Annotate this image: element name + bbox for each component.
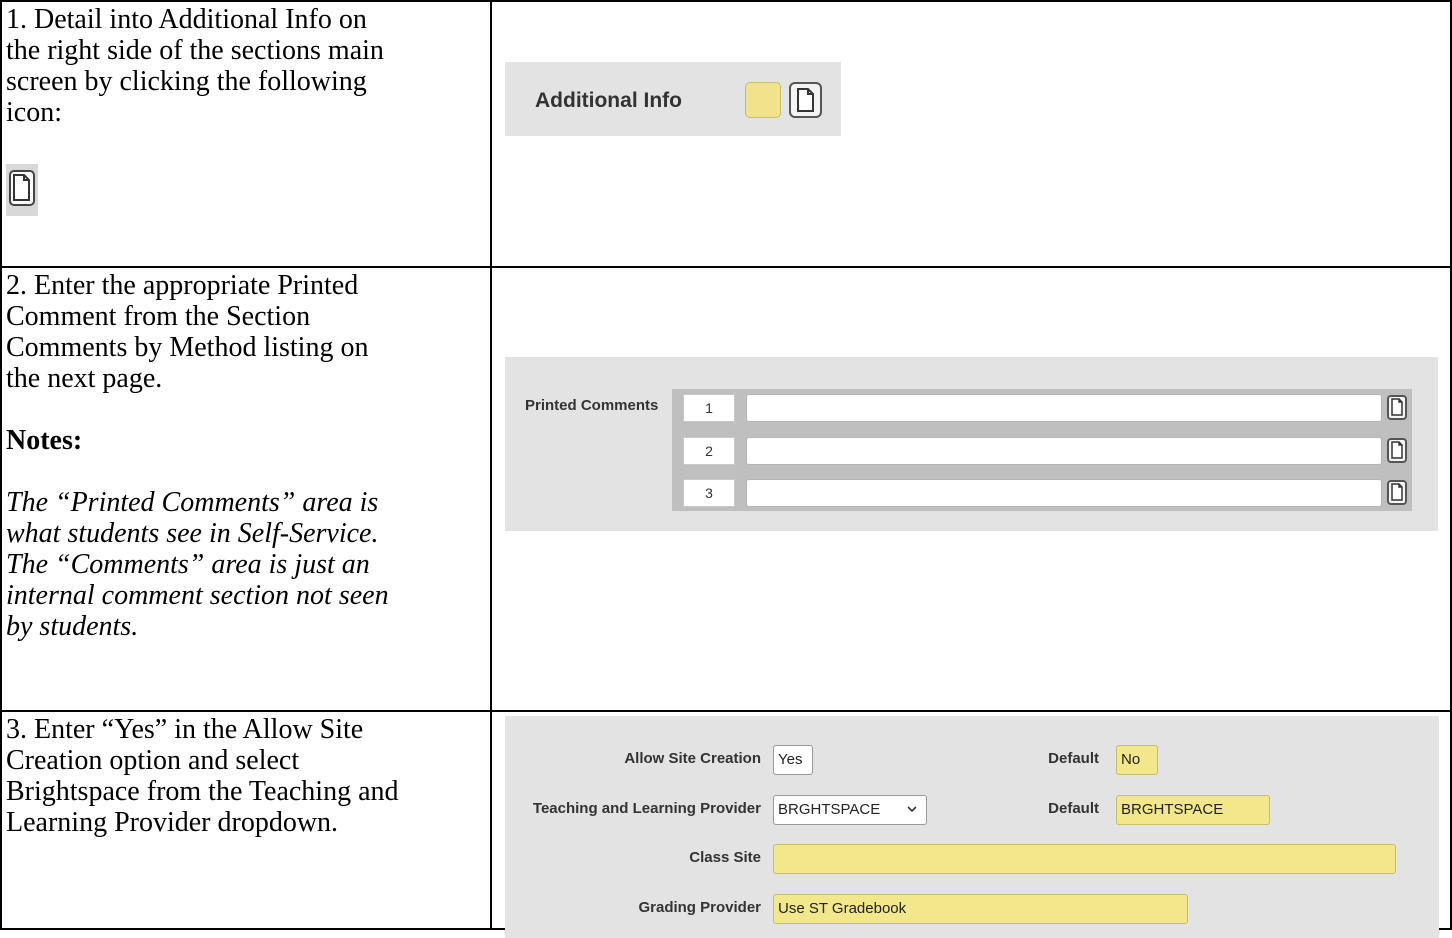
- table-row-1: 1. Detail into Additional Info on the ri…: [0, 0, 1452, 268]
- chevron-down-icon[interactable]: [906, 796, 918, 834]
- instruction-line: 2. Enter the appropriate Printed: [6, 270, 359, 301]
- notes-line: by students.: [6, 611, 139, 642]
- notes-line: internal comment section not seen: [6, 580, 389, 611]
- instruction-line: icon:: [6, 97, 62, 128]
- allow-site-creation-field[interactable]: Yes: [773, 745, 813, 775]
- default-label: Default: [1048, 800, 1099, 817]
- screenshot-cell-3: Allow Site Creation Yes Default No Teach…: [490, 710, 1452, 938]
- allow-site-creation-label: Allow Site Creation: [624, 750, 761, 767]
- teaching-learning-provider-label: Teaching and Learning Provider: [532, 800, 761, 817]
- class-site-field: [773, 844, 1396, 874]
- table-row-3: 3. Enter “Yes” in the Allow Site Creatio…: [0, 710, 1452, 938]
- instruction-line: Creation option and select: [6, 745, 300, 776]
- screenshot-cell-2: Printed Comments 1 2 3: [490, 266, 1452, 712]
- instruction-line: Comment from the Section: [6, 301, 311, 332]
- site-settings-panel: Allow Site Creation Yes Default No Teach…: [505, 716, 1439, 938]
- instruction-line: Learning Provider dropdown.: [6, 807, 339, 838]
- document-icon: [6, 164, 38, 216]
- instruction-line: screen by clicking the following: [6, 66, 367, 97]
- instruction-line: 1. Detail into Additional Info on: [6, 4, 367, 35]
- document-icon[interactable]: [789, 82, 822, 118]
- selected-provider: BRGHTSPACE: [778, 801, 881, 818]
- instruction-cell-2: 2. Enter the appropriate Printed Comment…: [0, 266, 492, 712]
- screenshot-cell-1: Additional Info: [490, 0, 1452, 268]
- comment-number: 2: [683, 437, 735, 465]
- instruction-line: the next page.: [6, 363, 163, 394]
- instruction-cell-1: 1. Detail into Additional Info on the ri…: [0, 0, 492, 268]
- printed-comments-rows: 1 2 3: [672, 389, 1412, 511]
- document-icon[interactable]: [1387, 480, 1407, 505]
- printed-comment-row: 3: [672, 479, 1412, 507]
- comment-number: 3: [683, 479, 735, 507]
- teaching-learning-provider-select[interactable]: BRGHTSPACE: [773, 795, 927, 825]
- additional-info-label: Additional Info: [535, 89, 682, 112]
- additional-info-swatch[interactable]: [745, 82, 781, 118]
- notes-line: what students see in Self-Service.: [6, 518, 379, 549]
- printed-comment-row: 1: [672, 394, 1412, 422]
- printed-comment-input[interactable]: [746, 394, 1382, 422]
- printed-comments-label: Printed Comments: [525, 397, 659, 414]
- instruction-table: 1. Detail into Additional Info on the ri…: [0, 0, 1452, 938]
- class-site-label: Class Site: [689, 849, 761, 866]
- grading-provider-label: Grading Provider: [638, 899, 761, 916]
- printed-comment-input[interactable]: [746, 479, 1382, 507]
- default-allow-site-field: No: [1116, 745, 1158, 775]
- printed-comment-row: 2: [672, 437, 1412, 465]
- printed-comment-input[interactable]: [746, 437, 1382, 465]
- instruction-line: the right side of the sections main: [6, 35, 384, 66]
- instruction-cell-3: 3. Enter “Yes” in the Allow Site Creatio…: [0, 710, 492, 930]
- additional-info-panel: Additional Info: [505, 62, 841, 136]
- printed-comments-panel: Printed Comments 1 2 3: [505, 357, 1438, 531]
- grading-provider-field: Use ST Gradebook: [773, 894, 1188, 924]
- default-label: Default: [1048, 750, 1099, 767]
- document-icon[interactable]: [1387, 438, 1407, 463]
- document-icon[interactable]: [1387, 395, 1407, 420]
- notes-heading: Notes:: [6, 425, 83, 456]
- instruction-line: Brightspace from the Teaching and: [6, 776, 399, 807]
- notes-line: The “Comments” area is just an: [6, 549, 370, 580]
- table-row-2: 2. Enter the appropriate Printed Comment…: [0, 266, 1452, 712]
- notes-line: The “Printed Comments” area is: [6, 487, 379, 518]
- default-provider-field: BRGHTSPACE: [1116, 795, 1270, 825]
- comment-number: 1: [683, 394, 735, 422]
- instruction-line: Comments by Method listing on: [6, 332, 369, 363]
- instruction-line: 3. Enter “Yes” in the Allow Site: [6, 714, 364, 745]
